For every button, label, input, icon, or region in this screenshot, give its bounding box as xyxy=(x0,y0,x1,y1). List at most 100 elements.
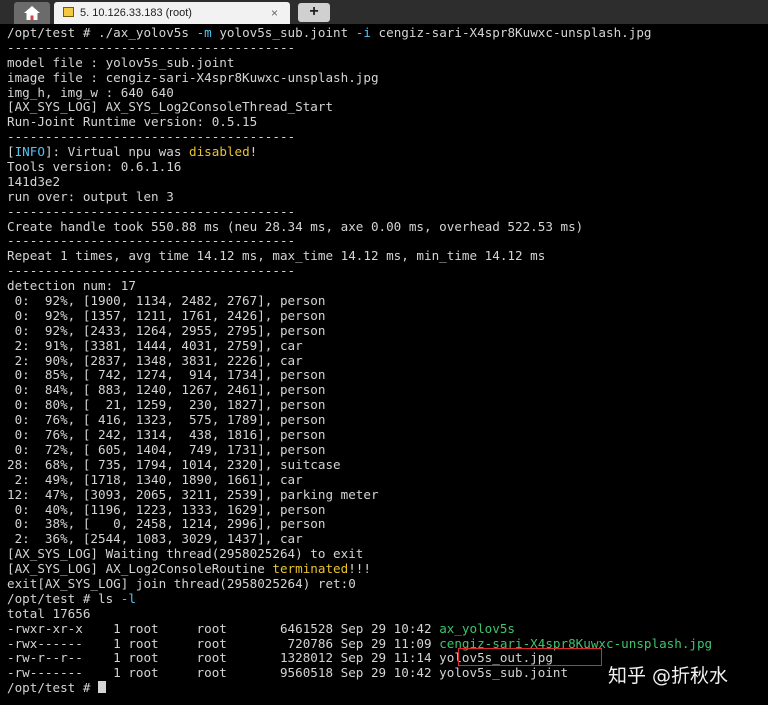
terminal-text: -------------------------------------- xyxy=(7,129,296,145)
watermark: 知乎 @折秋水 xyxy=(608,665,729,687)
terminal-line: -------------------------------------- xyxy=(7,39,712,56)
terminal-line: 0: 92%, [2433, 1264, 2955, 2795], person xyxy=(7,322,712,339)
terminal-text: 28: 68%, [ 735, 1794, 1014, 2320], suitc… xyxy=(7,456,341,472)
terminal-text: 0: 80%, [ 21, 1259, 230, 1827], person xyxy=(7,397,326,413)
terminal-text: -rwx------ 1 root root 720786 Sep 29 11:… xyxy=(7,635,440,651)
terminal-line: -rw------- 1 root root 9560518 Sep 29 10… xyxy=(7,665,712,681)
terminal-text: 0: 38%, [ 0, 2458, 1214, 2996], person xyxy=(7,516,326,532)
terminal-text: detection num: 17 xyxy=(7,278,136,294)
tab-bar: 5. 10.126.33.183 (root) × + xyxy=(0,0,768,24)
new-tab-button[interactable]: + xyxy=(298,3,330,22)
terminal-text: 0: 92%, [2433, 1264, 2955, 2795], person xyxy=(7,322,326,338)
home-tab[interactable] xyxy=(14,2,50,24)
terminal-text: exit[AX_SYS_LOG] join thread(2958025264)… xyxy=(7,575,356,591)
terminal-text: disabled xyxy=(189,144,250,160)
terminal-line: 0: 40%, [1196, 1223, 1333, 1629], person xyxy=(7,502,712,518)
terminal-line: 0: 76%, [ 416, 1323, 575, 1789], person xyxy=(7,412,712,428)
terminal-line: -------------------------------------- xyxy=(7,204,712,220)
terminal-lines: /opt/test # ./ax_yolov5s -m yolov5s_sub.… xyxy=(7,25,712,696)
terminal-output[interactable]: /opt/test # ./ax_yolov5s -m yolov5s_sub.… xyxy=(0,24,768,705)
terminal-text: -rw------- 1 root root 9560518 Sep 29 10… xyxy=(7,665,569,681)
highlight-box xyxy=(458,648,602,666)
terminal-icon xyxy=(63,7,74,17)
close-tab-icon[interactable]: × xyxy=(271,2,278,24)
cursor xyxy=(98,681,106,694)
terminal-text: 0: 76%, [ 416, 1323, 575, 1789], person xyxy=(7,412,326,428)
terminal-line: -------------------------------------- xyxy=(7,234,712,249)
terminal-line: Tools version: 0.6.1.16 xyxy=(7,159,712,175)
terminal-line: [AX_SYS_LOG] Waiting thread(2958025264) … xyxy=(7,546,712,562)
terminal-line: run over: output len 3 xyxy=(7,188,712,205)
terminal-text: model file : yolov5s_sub.joint xyxy=(7,54,235,70)
terminal-text: 0: 85%, [ 742, 1274, 914, 1734], person xyxy=(7,367,326,383)
terminal-line: [AX_SYS_LOG] AX_SYS_Log2ConsoleThread_St… xyxy=(7,100,712,115)
terminal-text: /opt/test # ls xyxy=(7,590,121,606)
terminal-text: -m xyxy=(196,25,212,40)
terminal-line: -------------------------------------- xyxy=(7,263,712,279)
home-icon xyxy=(24,6,40,20)
terminal-line: 0: 72%, [ 605, 1404, 749, 1731], person xyxy=(7,441,712,458)
terminal-text: 2: 49%, [1718, 1340, 1890, 1661], car xyxy=(7,471,303,487)
terminal-text: 2: 90%, [2837, 1348, 3831, 2226], car xyxy=(7,352,303,368)
terminal-line: /opt/test # ./ax_yolov5s -m yolov5s_sub.… xyxy=(7,25,712,41)
terminal-text: 0: 92%, [1900, 1134, 2482, 2767], person xyxy=(7,293,326,309)
terminal-line: [INFO]: Virtual npu was disabled! xyxy=(7,144,712,160)
terminal-line: /opt/test # ls -l xyxy=(7,590,712,607)
terminal-line: Create handle took 550.88 ms (neu 28.34 … xyxy=(7,218,712,235)
terminal-line: -------------------------------------- xyxy=(7,129,712,145)
terminal-text: -------------------------------------- xyxy=(7,39,296,55)
terminal-text: Repeat 1 times, avg time 14.12 ms, max_t… xyxy=(7,248,546,264)
terminal-line: 0: 92%, [1357, 1211, 1761, 2426], person xyxy=(7,307,712,324)
terminal-text: /opt/test # xyxy=(7,680,98,696)
terminal-line: 0: 38%, [ 0, 2458, 1214, 2996], person xyxy=(7,516,712,532)
terminal-text: Create handle took 550.88 ms (neu 28.34 … xyxy=(7,218,584,234)
terminal-line: 12: 47%, [3093, 2065, 3211, 2539], parki… xyxy=(7,486,712,503)
terminal-text: cengiz-sari-X4spr8Kuwxc-unsplash.jpg xyxy=(370,25,652,40)
terminal-line: img_h, img_w : 640 640 xyxy=(7,84,712,101)
terminal-text: -l xyxy=(120,590,136,606)
terminal-text: [ xyxy=(7,144,15,160)
terminal-line: 0: 92%, [1900, 1134, 2482, 2767], person xyxy=(7,293,712,309)
terminal-line: [AX_SYS_LOG] AX_Log2ConsoleRoutine termi… xyxy=(7,561,712,577)
terminal-line: 0: 84%, [ 883, 1240, 1267, 2461], person xyxy=(7,382,712,398)
terminal-line: image file : cengiz-sari-X4spr8Kuwxc-uns… xyxy=(7,69,712,86)
terminal-text: ! xyxy=(249,144,258,160)
terminal-line: 28: 68%, [ 735, 1794, 1014, 2320], suitc… xyxy=(7,456,712,473)
terminal-line: 2: 36%, [2544, 1083, 3029, 1437], car xyxy=(7,531,712,547)
terminal-text: 12: 47%, [3093, 2065, 3211, 2539], parki… xyxy=(7,486,379,502)
terminal-text: 0: 72%, [ 605, 1404, 749, 1731], person xyxy=(7,441,326,457)
terminal-text: /opt/test # ./ax_yolov5s xyxy=(7,25,197,40)
terminal-line: -rwx------ 1 root root 720786 Sep 29 11:… xyxy=(7,635,712,652)
terminal-line: 0: 80%, [ 21, 1259, 230, 1827], person xyxy=(7,397,712,413)
terminal-text: [AX_SYS_LOG] AX_SYS_Log2ConsoleThread_St… xyxy=(7,99,334,115)
terminal-line: 2: 49%, [1718, 1340, 1890, 1661], car xyxy=(7,471,712,488)
terminal-text: Run-Joint Runtime version: 0.5.15 xyxy=(7,114,258,130)
terminal-line: exit[AX_SYS_LOG] join thread(2958025264)… xyxy=(7,575,712,592)
terminal-text: -------------------------------------- xyxy=(7,233,296,249)
terminal-text: total 17656 xyxy=(7,605,91,621)
terminal-text: run over: output len 3 xyxy=(7,188,174,204)
terminal-text: img_h, img_w : 640 640 xyxy=(7,84,174,100)
terminal-line: 141d3e2 xyxy=(7,173,712,190)
terminal-text: -------------------------------------- xyxy=(7,263,296,279)
terminal-line: model file : yolov5s_sub.joint xyxy=(7,54,712,71)
terminal-text: image file : cengiz-sari-X4spr8Kuwxc-uns… xyxy=(7,69,379,85)
terminal-line: Run-Joint Runtime version: 0.5.15 xyxy=(7,114,712,130)
session-tab[interactable]: 5. 10.126.33.183 (root) × xyxy=(54,2,290,24)
terminal-line: total 17656 xyxy=(7,605,712,622)
terminal-line: 2: 91%, [3381, 1444, 4031, 2759], car xyxy=(7,338,712,354)
terminal-text: 2: 36%, [2544, 1083, 3029, 1437], car xyxy=(7,531,303,547)
terminal-text: !!! xyxy=(348,561,371,577)
terminal-text: [AX_SYS_LOG] Waiting thread(2958025264) … xyxy=(7,546,364,562)
session-tab-title: 5. 10.126.33.183 (root) xyxy=(80,7,192,19)
terminal-text: INFO xyxy=(14,144,45,160)
terminal-line: 0: 85%, [ 742, 1274, 914, 1734], person xyxy=(7,368,712,383)
terminal-text: -i xyxy=(355,25,371,40)
terminal-text: yolov5s_sub.joint xyxy=(211,25,356,40)
terminal-text: 0: 92%, [1357, 1211, 1761, 2426], person xyxy=(7,307,326,323)
terminal-line: /opt/test # xyxy=(7,680,712,696)
terminal-text: 0: 76%, [ 242, 1314, 438, 1816], person xyxy=(7,427,326,443)
terminal-text: Tools version: 0.6.1.16 xyxy=(7,159,182,175)
terminal-text: 141d3e2 xyxy=(7,173,61,189)
terminal-line: Repeat 1 times, avg time 14.12 ms, max_t… xyxy=(7,248,712,264)
